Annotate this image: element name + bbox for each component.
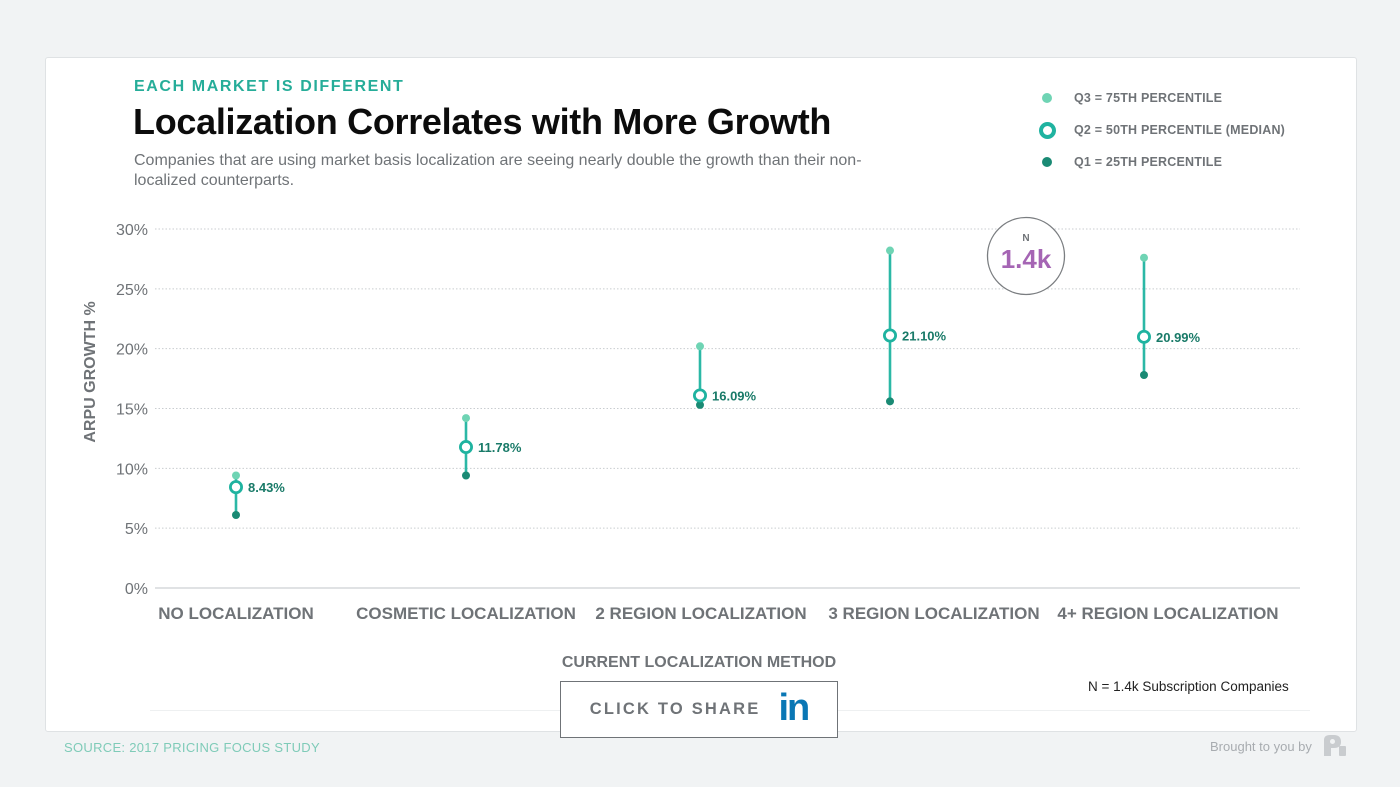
median-data-label: 16.09% bbox=[712, 388, 757, 403]
q3-point bbox=[232, 472, 240, 480]
median-point bbox=[1138, 331, 1149, 342]
y-axis-ticks: 0% 5% 10% 15% 20% 25% 30% bbox=[116, 222, 148, 598]
range-mark: 21.10% bbox=[884, 247, 946, 406]
n-badge: N 1.4k bbox=[988, 218, 1065, 295]
q3-point bbox=[696, 342, 704, 350]
y-tick-label: 5% bbox=[125, 521, 148, 538]
brand-logo-icon[interactable] bbox=[1322, 734, 1348, 758]
y-axis-title: ARPU GROWTH % bbox=[82, 301, 99, 442]
data-marks: 8.43% 11.78% 16.09% 21.10% 20.99% bbox=[230, 247, 1200, 519]
y-tick-label: 10% bbox=[116, 461, 148, 478]
median-point bbox=[230, 482, 241, 493]
x-tick-label: NO LOCALIZATION bbox=[158, 604, 314, 623]
median-data-label: 21.10% bbox=[902, 329, 947, 344]
q3-point bbox=[462, 414, 470, 422]
range-mark: 11.78% bbox=[460, 414, 521, 479]
share-linkedin-button[interactable]: CLICK TO SHARE in bbox=[560, 681, 838, 738]
sample-size-note: N = 1.4k Subscription Companies bbox=[1088, 679, 1289, 694]
q1-point bbox=[886, 397, 894, 405]
median-data-label: 8.43% bbox=[248, 480, 285, 495]
q1-point bbox=[232, 511, 240, 519]
median-point bbox=[460, 441, 471, 452]
x-axis-ticks: NO LOCALIZATION COSMETIC LOCALIZATION 2 RE… bbox=[158, 604, 1278, 623]
y-tick-label: 0% bbox=[125, 581, 148, 598]
n-badge-label: N bbox=[1022, 233, 1029, 244]
q3-point bbox=[1140, 254, 1148, 262]
x-tick-label: 3 REGION LOCALIZATION bbox=[828, 604, 1039, 623]
median-data-label: 20.99% bbox=[1156, 330, 1201, 345]
x-tick-label: COSMETIC LOCALIZATION bbox=[356, 604, 576, 623]
q3-point bbox=[886, 247, 894, 255]
q1-point bbox=[462, 472, 470, 480]
n-badge-value: 1.4k bbox=[1001, 244, 1052, 274]
median-data-label: 11.78% bbox=[478, 440, 522, 455]
x-tick-label: 2 REGION LOCALIZATION bbox=[595, 604, 806, 623]
gridlines bbox=[155, 229, 1300, 588]
linkedin-icon: in bbox=[778, 689, 808, 727]
range-mark: 20.99% bbox=[1138, 254, 1200, 379]
share-label: CLICK TO SHARE bbox=[590, 700, 761, 719]
x-tick-label: 4+ REGION LOCALIZATION bbox=[1057, 604, 1278, 623]
median-point bbox=[694, 390, 705, 401]
y-tick-label: 20% bbox=[116, 342, 148, 359]
source-note: SOURCE: 2017 PRICING FOCUS STUDY bbox=[64, 740, 320, 755]
q1-point bbox=[1140, 371, 1148, 379]
range-mark: 16.09% bbox=[694, 342, 756, 409]
median-point bbox=[884, 330, 895, 341]
y-tick-label: 30% bbox=[116, 222, 148, 239]
brought-by-label: Brought to you by bbox=[1210, 739, 1312, 754]
range-mark: 8.43% bbox=[230, 472, 285, 519]
x-axis-title: CURRENT LOCALIZATION METHOD bbox=[562, 654, 836, 671]
y-tick-label: 15% bbox=[116, 402, 148, 419]
chart-plot: 0% 5% 10% 15% 20% 25% 30% NO LOCALIZATION COSME… bbox=[0, 0, 1400, 787]
y-tick-label: 25% bbox=[116, 282, 148, 299]
